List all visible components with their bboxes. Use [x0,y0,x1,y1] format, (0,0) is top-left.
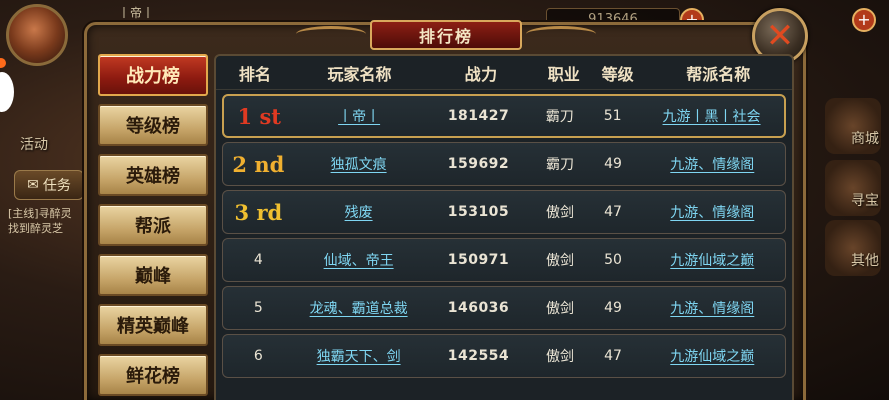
table-row[interactable]: 4 仙域、帝王 150971 傲剑 50 九游仙域之巅 [222,238,786,282]
level-cell: 50 [604,252,622,268]
level-cell: 47 [604,204,622,220]
floating-button[interactable] [0,72,14,112]
player-name-link[interactable]: 独霸天下、剑 [294,346,424,366]
rank-cell: 3 rd [234,199,283,225]
top-player-name: 丨帝丨 [118,6,155,20]
player-name-link[interactable]: 残废 [294,202,424,222]
guild-name-link[interactable]: 九游、情缘阁 [640,202,785,222]
rank-cell: 4 [253,252,263,268]
add-currency-button[interactable]: + [852,8,876,32]
header-level: 等级 [601,64,634,84]
tab-peak[interactable]: 巅峰 [98,254,208,296]
tab-power[interactable]: 战力榜 [98,54,208,96]
tab-flower[interactable]: 鲜花榜 [98,354,208,396]
quest-line-2: 找到醉灵芝 [8,222,63,235]
tab-hero[interactable]: 英雄榜 [98,154,208,196]
title-ornament-left [296,26,366,42]
panel-title: 排行榜 [370,20,522,50]
table-row[interactable]: 6 独霸天下、剑 142554 傲剑 47 九游仙域之巅 [222,334,786,378]
header-player: 玩家名称 [327,64,392,84]
header-guild: 帮派名称 [686,64,751,84]
rank-cell: 6 [253,348,263,364]
quest-tracker[interactable]: [主线]寻醉灵 找到醉灵芝 [8,206,72,236]
job-cell: 傲剑 [546,349,574,365]
job-cell: 傲剑 [546,301,574,317]
level-cell: 49 [604,300,622,316]
player-name-link[interactable]: 丨帝丨 [294,106,423,126]
other-label[interactable]: 其他 [851,250,879,270]
job-cell: 傲剑 [546,205,574,221]
player-name-link[interactable]: 独孤文痕 [294,154,424,174]
power-cell: 150971 [447,252,510,268]
guild-name-link[interactable]: 九游仙域之巅 [640,250,785,270]
tab-level[interactable]: 等级榜 [98,104,208,146]
quest-line-1: [主线]寻醉灵 [8,207,72,220]
tab-guild[interactable]: 帮派 [98,204,208,246]
power-cell: 153105 [447,204,510,220]
power-cell: 146036 [447,300,510,316]
table-header: 排名 玩家名称 战力 职业 等级 帮派名称 [216,56,792,90]
power-cell: 142554 [447,348,510,364]
guild-name-link[interactable]: 九游丨黑丨社会 [639,106,784,126]
job-cell: 霸刀 [545,109,574,125]
guild-name-link[interactable]: 九游、情缘阁 [640,154,785,174]
header-power: 战力 [464,64,498,84]
task-label: 任务 [42,178,71,194]
guild-name-link[interactable]: 九游仙域之巅 [640,346,785,366]
task-icon: ✉ [27,177,39,193]
table-row[interactable]: 5 龙魂、霸道总裁 146036 傲剑 49 九游、情缘阁 [222,286,786,330]
task-button[interactable]: ✉ 任务 [14,170,84,200]
power-cell: 159692 [447,156,510,172]
guild-name-link[interactable]: 九游、情缘阁 [640,298,785,318]
level-cell: 51 [603,108,622,124]
player-name-link[interactable]: 仙域、帝王 [294,250,424,270]
ranking-table: 排名 玩家名称 战力 职业 等级 帮派名称 1 st 丨帝丨 181427 霸刀… [214,54,794,400]
header-rank: 排名 [238,64,271,84]
table-row[interactable]: 2 nd 独孤文痕 159692 霸刀 49 九游、情缘阁 [222,142,786,186]
activity-label[interactable]: 活动 [20,134,48,154]
rank-cell: 2 nd [232,151,285,177]
close-icon: ✕ [765,16,795,56]
level-cell: 47 [604,348,622,364]
shop-label[interactable]: 商城 [851,128,879,148]
title-ornament-right [526,26,596,42]
treasure-label[interactable]: 寻宝 [851,190,879,210]
table-row[interactable]: 1 st 丨帝丨 181427 霸刀 51 九游丨黑丨社会 [222,94,786,138]
rank-cell: 5 [253,300,263,316]
rank-cell: 1 st [237,103,281,129]
job-cell: 傲剑 [546,253,574,269]
table-row[interactable]: 3 rd 残废 153105 傲剑 47 九游、情缘阁 [222,190,786,234]
level-cell: 49 [604,156,622,172]
player-avatar[interactable] [6,4,68,66]
job-cell: 霸刀 [546,157,574,173]
header-job: 职业 [547,64,580,84]
power-cell: 181427 [447,108,510,124]
player-name-link[interactable]: 龙魂、霸道总裁 [294,298,424,318]
tab-elite-peak[interactable]: 精英巅峰 [98,304,208,346]
notification-dot [0,58,6,68]
ranking-tabs: 战力榜 等级榜 英雄榜 帮派 巅峰 精英巅峰 鲜花榜 [98,54,208,400]
